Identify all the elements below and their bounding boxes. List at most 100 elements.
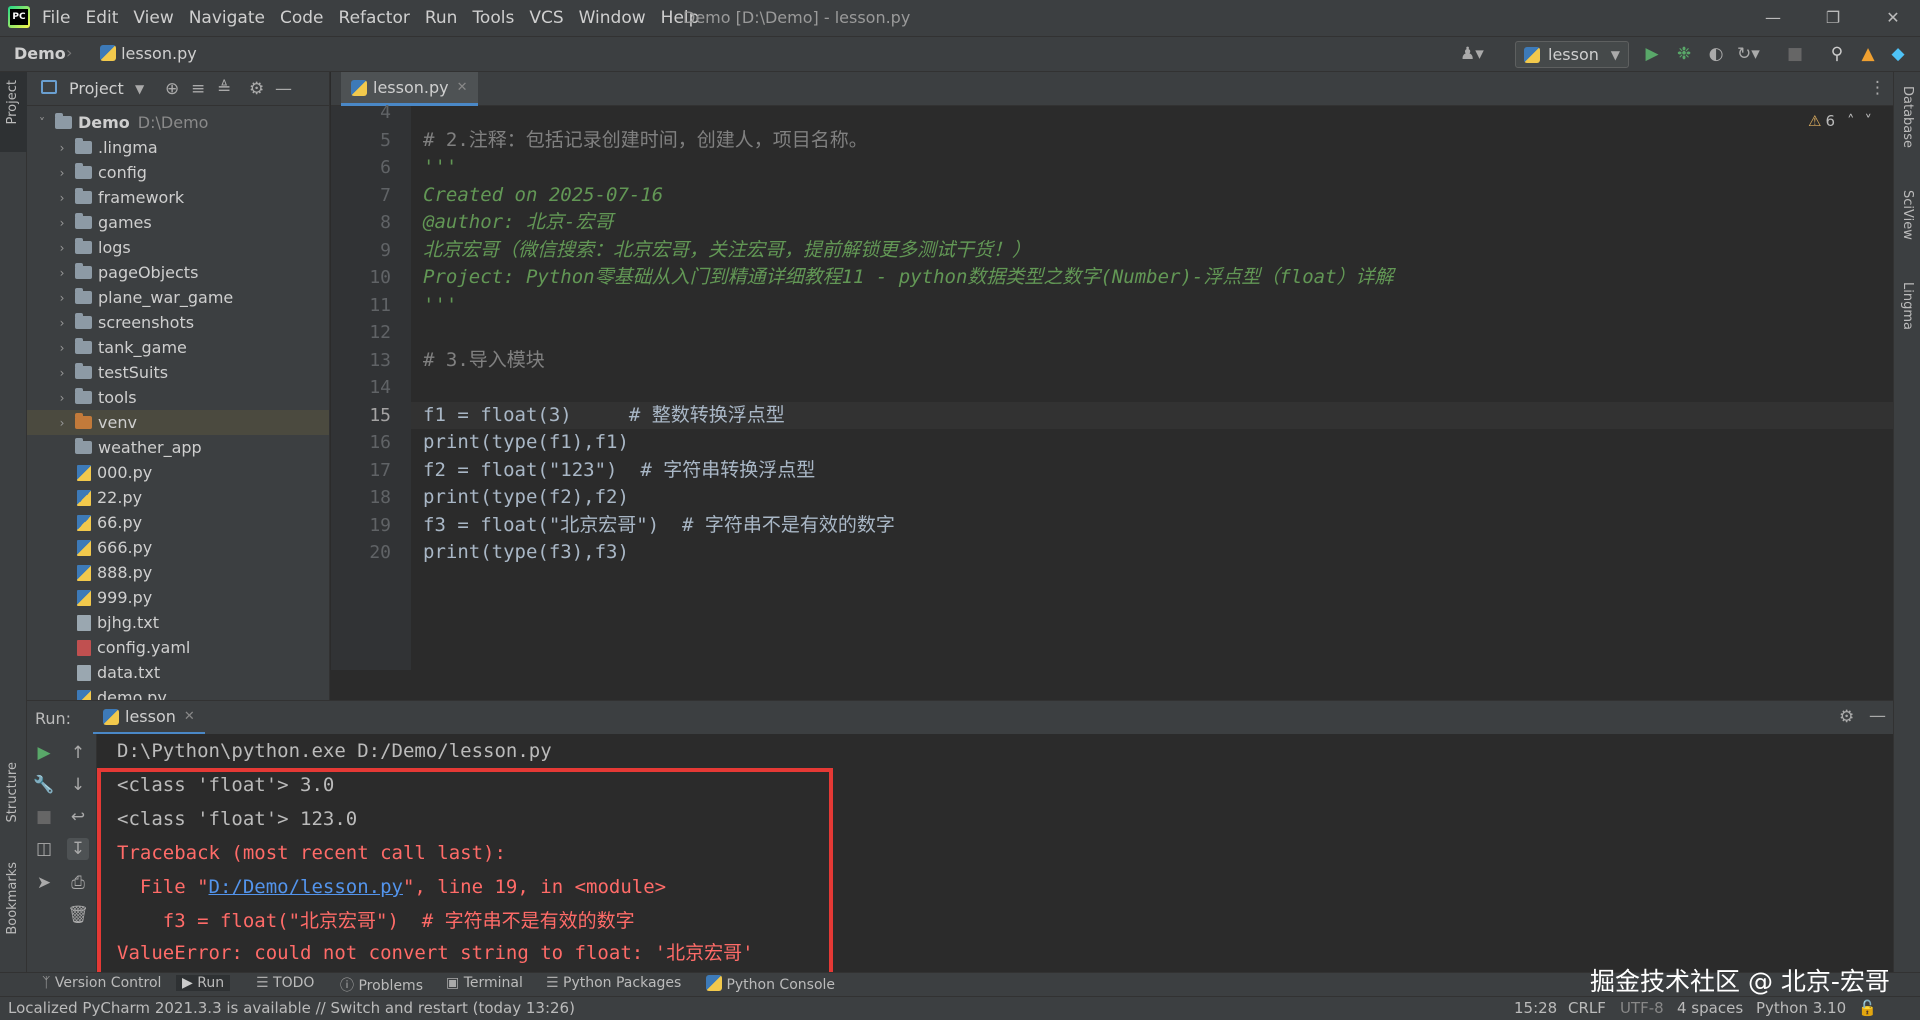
line-separator[interactable]: CRLF	[1568, 999, 1606, 1017]
run-tab-lesson[interactable]: lesson ✕	[93, 701, 205, 735]
tree-folder[interactable]: › framework	[27, 185, 329, 210]
tree-folder[interactable]: › tools	[27, 385, 329, 410]
structure-tool-label[interactable]: Structure	[5, 762, 20, 822]
menu-navigate[interactable]: Navigate	[189, 0, 265, 36]
tool-python-packages[interactable]: ☰ Python Packages	[546, 975, 681, 991]
next-highlight-icon[interactable]: ˅	[1865, 112, 1873, 130]
tree-file[interactable]: 000.py	[27, 460, 329, 485]
gear-icon[interactable]: ⚙	[1839, 707, 1854, 727]
hide-panel-icon[interactable]: —	[1869, 706, 1886, 726]
trash-icon[interactable]: 🗑	[67, 904, 89, 926]
tree-file[interactable]: 66.py	[27, 510, 329, 535]
menu-tools[interactable]: Tools	[472, 0, 514, 36]
menu-vcs[interactable]: VCS	[529, 0, 563, 36]
tree-folder[interactable]: › screenshots	[27, 310, 329, 335]
tool-problems[interactable]: ⓘ Problems	[340, 975, 423, 995]
chevron-down-icon[interactable]: ▼	[135, 82, 144, 96]
tree-file[interactable]: 22.py	[27, 485, 329, 510]
gear-icon[interactable]: ⚙	[249, 79, 264, 99]
up-arrow-icon[interactable]: ↑	[67, 742, 89, 764]
tree-folder[interactable]: › plane_war_game	[27, 285, 329, 310]
tree-folder[interactable]: › pageObjects	[27, 260, 329, 285]
tree-file[interactable]: demo.py	[27, 685, 329, 700]
tree-folder[interactable]: › tank_game	[27, 335, 329, 360]
wrench-icon[interactable]: 🔧	[33, 774, 55, 796]
run-configuration-select[interactable]: lesson ▼	[1515, 41, 1629, 68]
lock-icon[interactable]: 🔓	[1858, 999, 1877, 1017]
debug-icon[interactable]: ❉	[1673, 43, 1695, 65]
minimize-button[interactable]: —	[1746, 0, 1800, 36]
file-encoding[interactable]: UTF-8	[1620, 999, 1664, 1017]
folder-icon	[75, 438, 92, 454]
pin-icon[interactable]: ➤	[33, 872, 55, 894]
code-editor[interactable]: # 2.注释：包括记录创建时间，创建人，项目名称。 ''' Created on 2…	[411, 106, 1893, 670]
tree-file[interactable]: 999.py	[27, 585, 329, 610]
menu-run[interactable]: Run	[425, 0, 458, 36]
terminal-icon: ▣	[446, 975, 460, 991]
tree-file[interactable]: 888.py	[27, 560, 329, 585]
tree-file[interactable]: bjhg.txt	[27, 610, 329, 635]
coverage-icon[interactable]: ◐	[1705, 43, 1727, 65]
menu-view[interactable]: View	[133, 0, 173, 36]
menu-file[interactable]: File	[42, 0, 70, 36]
project-panel-title[interactable]: Project	[69, 79, 124, 98]
tool-run[interactable]: ▶ Run	[176, 975, 231, 991]
stop-icon[interactable]: ■	[33, 806, 55, 828]
close-tab-icon[interactable]: ✕	[184, 709, 195, 724]
tool-todo[interactable]: ☰ TODO	[256, 975, 314, 991]
soft-wrap-icon[interactable]: ↩	[67, 806, 89, 828]
menu-window[interactable]: Window	[579, 0, 646, 36]
tree-folder[interactable]: weather_app	[27, 435, 329, 460]
tool-terminal[interactable]: ▣ Terminal	[446, 975, 523, 991]
rerun-icon[interactable]: ▶	[33, 742, 55, 764]
menu-code[interactable]: Code	[280, 0, 324, 36]
print-icon[interactable]: ⎙	[67, 872, 89, 894]
restore-button[interactable]: ❐	[1806, 0, 1860, 36]
update-icon[interactable]: ▲	[1857, 43, 1879, 65]
tree-file[interactable]: config.yaml	[27, 635, 329, 660]
bookmarks-tool-label[interactable]: Bookmarks	[5, 862, 20, 935]
tree-file[interactable]: data.txt	[27, 660, 329, 685]
breadcrumb-file[interactable]: lesson.py	[100, 44, 197, 63]
tree-folder[interactable]: › config	[27, 160, 329, 185]
tree-folder[interactable]: › logs	[27, 235, 329, 260]
caret-position[interactable]: 15:28	[1514, 999, 1557, 1017]
tree-root-demo[interactable]: ˅ Demo D:\Demo	[27, 110, 329, 135]
run-icon[interactable]: ▶	[1641, 43, 1663, 65]
breadcrumb-project[interactable]: Demo	[14, 44, 66, 63]
tree-file[interactable]: 666.py	[27, 535, 329, 560]
tool-version-control[interactable]: ᛉ Version Control	[42, 975, 161, 991]
indent-setting[interactable]: 4 spaces	[1677, 999, 1743, 1017]
close-window-button[interactable]: ✕	[1866, 0, 1920, 36]
tree-folder[interactable]: › games	[27, 210, 329, 235]
lingma-tool-label[interactable]: Lingma	[1900, 282, 1915, 330]
user-icon[interactable]: ♟▾	[1460, 43, 1484, 65]
hide-panel-icon[interactable]: —	[275, 79, 292, 99]
code-line: '''	[423, 293, 458, 316]
down-arrow-icon[interactable]: ↓	[67, 774, 89, 796]
database-tool-label[interactable]: Database	[1900, 86, 1915, 148]
menu-edit[interactable]: Edit	[85, 0, 118, 36]
status-message[interactable]: Localized PyCharm 2021.3.3 is available …	[8, 999, 575, 1017]
inspection-widget[interactable]: ⚠ 6 ˄ ˅	[1808, 112, 1872, 130]
expand-all-icon[interactable]: ≡	[191, 79, 205, 99]
toolbox-icon[interactable]: ◆	[1887, 43, 1909, 65]
project-tool-button[interactable]: Project	[0, 72, 27, 152]
collapse-all-icon[interactable]: ≜	[217, 79, 231, 99]
sciview-tool-label[interactable]: SciView	[1900, 190, 1915, 240]
profile-icon[interactable]: ↻▾	[1737, 43, 1760, 65]
search-icon[interactable]: ⚲	[1826, 43, 1848, 65]
layout-icon[interactable]: ◫	[33, 838, 55, 860]
tree-folder[interactable]: › .lingma	[27, 135, 329, 160]
menu-refactor[interactable]: Refactor	[339, 0, 410, 36]
interpreter[interactable]: Python 3.10	[1756, 999, 1846, 1017]
close-tab-icon[interactable]: ✕	[457, 80, 468, 95]
locate-file-icon[interactable]: ⊕	[165, 79, 179, 99]
scroll-to-end-icon[interactable]: ↧	[67, 838, 89, 860]
tree-folder[interactable]: › venv	[27, 410, 329, 435]
more-options-icon[interactable]: ⋮	[1869, 78, 1886, 98]
tree-folder[interactable]: › testSuits	[27, 360, 329, 385]
prev-highlight-icon[interactable]: ˄	[1847, 112, 1855, 130]
stop-icon[interactable]: ■	[1784, 43, 1806, 65]
tool-python-console[interactable]: Python Console	[706, 975, 835, 993]
